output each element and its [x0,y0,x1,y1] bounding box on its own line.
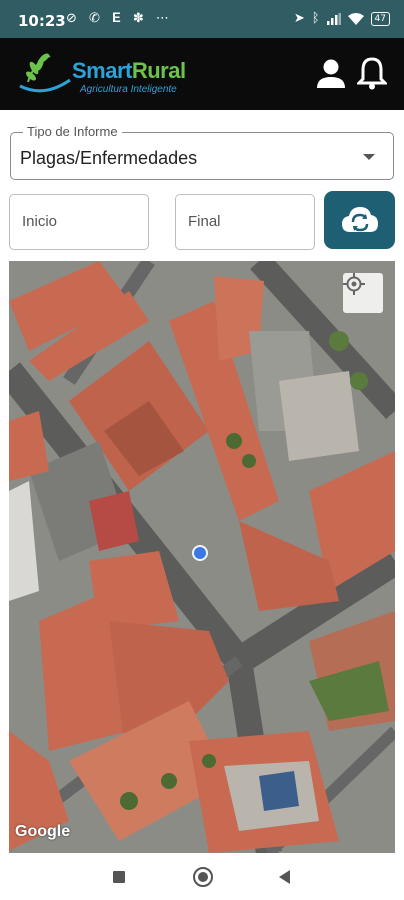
report-type-select[interactable]: Tipo de Informe Plagas/Enfermedades [10,124,394,180]
notification-icons: ⊘ ✆ 𝐄 ✽ ⋯ [66,11,173,26]
map-imagery [9,261,395,853]
start-date-field[interactable]: Inicio [9,194,149,250]
app-title-part2: Rural [131,58,186,83]
app-logo: SmartRural Agricultura Inteligente [14,52,204,98]
cloud-sync-icon [341,207,378,232]
dropdown-caret-icon [363,154,375,160]
home-icon[interactable] [193,867,213,887]
app-title-part1: Smart [72,58,132,83]
bell-icon[interactable] [357,56,387,90]
system-icons: ➤ ᛒ 47 [294,11,390,26]
user-icon[interactable] [315,58,347,90]
signal-icon [326,12,341,25]
my-location-button[interactable] [343,273,383,313]
bluetooth-icon: ᛒ [311,11,320,26]
app-subtitle: Agricultura Inteligente [80,84,177,95]
recents-icon[interactable] [113,871,125,883]
battery-icon: 47 [370,11,390,26]
end-date-field[interactable]: Final [175,194,315,250]
back-icon[interactable] [279,870,290,884]
leaf-logo-icon [19,53,71,93]
cloud-sync-button[interactable] [324,191,395,249]
crosshair-icon [343,273,365,295]
status-bar: 10:23 ⊘ ✆ 𝐄 ✽ ⋯ ➤ ᛒ 47 [0,0,404,38]
google-attribution: Google [15,823,71,840]
app-bar: SmartRural Agricultura Inteligente [0,38,404,110]
report-type-value: Plagas/Enfermedades [20,148,198,168]
report-type-label: Tipo de Informe [23,124,122,139]
wifi-icon [347,12,364,25]
location-icon: ➤ [293,11,305,26]
end-date-placeholder: Final [188,213,221,230]
system-nav-bar [0,855,404,900]
start-date-placeholder: Inicio [22,213,58,230]
satellite-map[interactable]: Google [9,261,395,853]
app-title: SmartRural [72,58,186,84]
status-time: 10:23 [18,12,66,30]
